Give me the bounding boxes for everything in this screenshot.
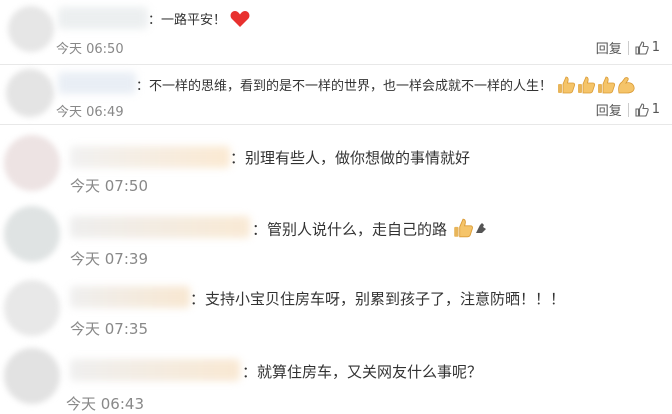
like-icon — [635, 40, 649, 55]
comment-time: 今天 07:39 — [70, 250, 148, 268]
like-icon — [635, 102, 649, 117]
reply-button[interactable]: 回复 — [596, 100, 622, 119]
comment-time: 今天 06:50 — [56, 42, 124, 57]
name-separator: ： — [190, 290, 206, 308]
writing-hand-icon — [474, 221, 488, 239]
avatar[interactable] — [4, 206, 60, 262]
comment-actions: 回复 1 — [596, 100, 660, 119]
comment-text: ：一路平安！ — [148, 9, 250, 32]
avatar[interactable] — [6, 69, 54, 117]
like-button[interactable]: 1 — [635, 102, 660, 117]
like-count: 1 — [651, 102, 660, 117]
comment-time: 今天 06:49 — [56, 105, 124, 120]
avatar[interactable] — [4, 280, 60, 336]
username[interactable] — [70, 286, 190, 308]
comment-item: ：支持小宝贝住房车呀，别累到孩子了，注意防晒！！！ 今天 07:35 — [0, 272, 672, 342]
comment-item: ：别理有些人，做你想做的事情就好 今天 07:50 — [0, 125, 672, 200]
like-button[interactable]: 1 — [635, 40, 660, 55]
avatar[interactable] — [4, 135, 60, 191]
comment-item: ：就算住房车，又关网友什么事呢？ 今天 06:43 — [0, 342, 672, 413]
comment-body: 别理有些人，做你想做的事情就好 — [245, 149, 471, 167]
comment-item: ：不一样的思维，看到的是不一样的世界，也一样会成就不一样的人生！ 今天 06:4… — [0, 65, 672, 125]
comment-body: 一路平安！ — [161, 13, 227, 28]
avatar[interactable] — [4, 348, 60, 404]
name-separator: ： — [148, 13, 162, 28]
thumbs-up-icon — [556, 76, 576, 98]
like-count: 1 — [651, 40, 660, 55]
comment-text: ：别理有些人，做你想做的事情就好 — [230, 147, 470, 168]
comment-body: 就算住房车，又关网友什么事呢？ — [257, 363, 483, 381]
comment-body: 不一样的思维，看到的是不一样的世界，也一样会成就不一样的人生！ — [149, 79, 553, 94]
comment-body: 管别人说什么，走自己的路 — [267, 220, 448, 239]
username[interactable] — [70, 359, 240, 381]
name-separator: ： — [242, 363, 258, 381]
flexed-biceps-icon — [616, 76, 636, 98]
comment-time: 今天 07:50 — [70, 177, 148, 195]
divider — [627, 102, 629, 117]
avatar[interactable] — [8, 6, 54, 52]
thumbs-up-icon — [576, 76, 596, 98]
username[interactable] — [70, 146, 230, 168]
comment-text: ：就算住房车，又关网友什么事呢？ — [242, 361, 482, 382]
reply-button[interactable]: 回复 — [596, 38, 622, 57]
name-separator: ： — [230, 149, 246, 167]
comment-text: ：管别人说什么，走自己的路 — [252, 218, 488, 242]
comment-time: 今天 07:35 — [70, 320, 148, 338]
divider — [627, 40, 629, 55]
comment-text: ：不一样的思维，看到的是不一样的世界，也一样会成就不一样的人生！ — [136, 75, 636, 98]
thumbs-up-icon — [452, 218, 474, 242]
username[interactable] — [70, 216, 250, 238]
comment-actions: 回复 1 — [596, 38, 660, 57]
name-separator: ： — [252, 220, 268, 239]
comment-text: ：支持小宝贝住房车呀，别累到孩子了，注意防晒！！！ — [190, 288, 565, 309]
username[interactable] — [58, 72, 136, 94]
comment-item: ：管别人说什么，走自己的路 今天 07:39 — [0, 200, 672, 272]
comment-item: ：一路平安！ 今天 06:50 回复 1 — [0, 0, 672, 65]
name-separator: ： — [136, 79, 150, 94]
comment-body: 支持小宝贝住房车呀，别累到孩子了，注意防晒！！！ — [205, 290, 566, 308]
username[interactable] — [58, 7, 148, 29]
thumbs-up-icon — [596, 76, 616, 98]
heart-icon — [230, 10, 250, 32]
